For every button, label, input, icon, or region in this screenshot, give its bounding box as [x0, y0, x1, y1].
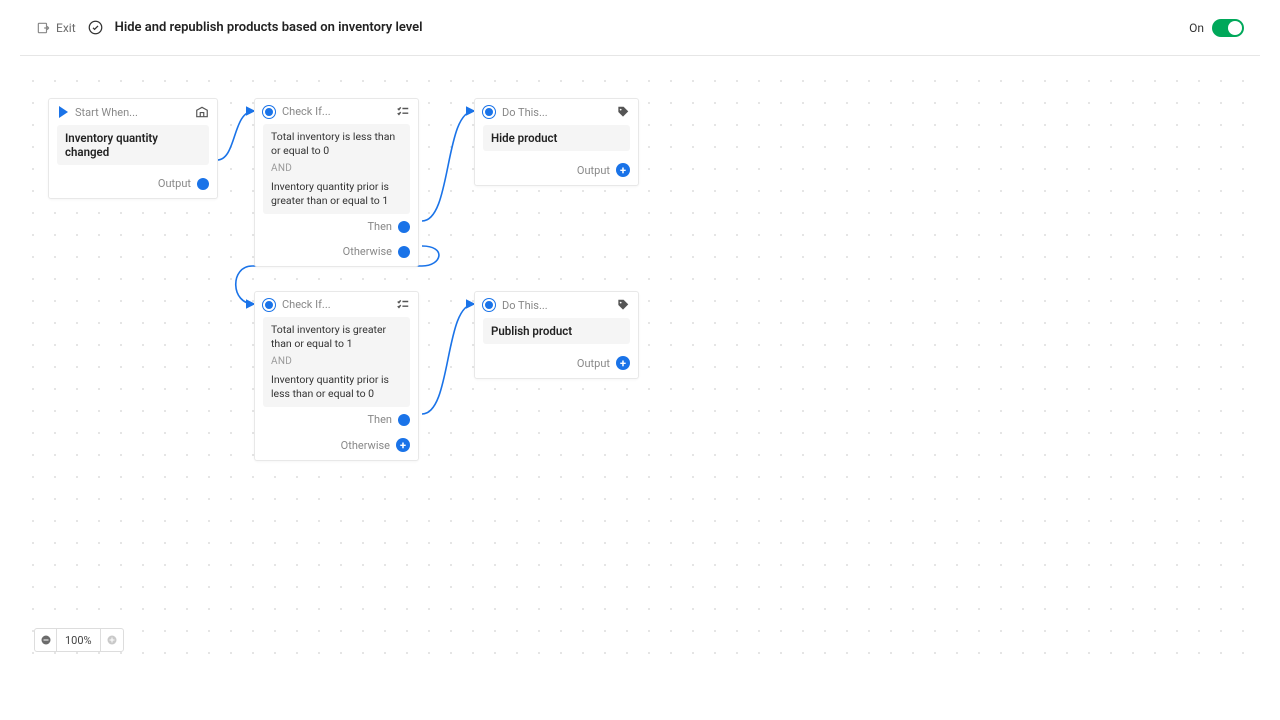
- header-left: Exit Hide and republish products based o…: [36, 20, 423, 35]
- input-port[interactable]: [263, 299, 275, 311]
- condition-text: Total inventory is less than or equal to…: [271, 130, 402, 158]
- tag-icon: [616, 298, 630, 312]
- tag-icon: [616, 105, 630, 119]
- checklist-icon: [396, 299, 410, 311]
- header-divider: [20, 55, 1260, 56]
- action-title: Hide product: [483, 125, 630, 151]
- add-output-button[interactable]: +: [616, 356, 630, 370]
- card-type-label: Do This...: [502, 106, 548, 119]
- check-card-2[interactable]: Check If... Total inventory is greater t…: [254, 291, 419, 461]
- inventory-icon: [195, 105, 209, 119]
- zoom-controls: 100%: [34, 628, 124, 652]
- otherwise-footer: Otherwise: [255, 241, 418, 266]
- action-card-1[interactable]: Do This... Hide product Output +: [474, 98, 639, 186]
- add-otherwise-button[interactable]: +: [396, 438, 410, 452]
- card-header: Do This...: [475, 292, 638, 318]
- add-output-button[interactable]: +: [616, 163, 630, 177]
- card-header: Check If...: [255, 99, 418, 124]
- input-port[interactable]: [483, 106, 495, 118]
- output-label: Output: [158, 177, 191, 190]
- workflow-title: Hide and republish products based on inv…: [115, 20, 423, 35]
- card-header: Check If...: [255, 292, 418, 317]
- header-right: On: [1189, 19, 1244, 37]
- card-header: Start When...: [49, 99, 217, 125]
- card-footer: Output +: [475, 159, 638, 185]
- action-title: Publish product: [483, 318, 630, 344]
- then-port[interactable]: [398, 414, 410, 426]
- otherwise-label: Otherwise: [341, 439, 390, 452]
- otherwise-footer: Otherwise +: [255, 434, 418, 460]
- card-type-label: Check If...: [282, 298, 331, 311]
- card-type-label: Do This...: [502, 299, 548, 312]
- and-label: AND: [271, 355, 402, 369]
- then-label: Then: [367, 413, 392, 426]
- trigger-card[interactable]: Start When... Inventory quantity changed…: [48, 98, 218, 199]
- workflow-canvas[interactable]: Start When... Inventory quantity changed…: [22, 70, 1258, 670]
- action-card-2[interactable]: Do This... Publish product Output +: [474, 291, 639, 379]
- otherwise-port[interactable]: [398, 246, 410, 258]
- then-footer: Then: [255, 216, 418, 241]
- otherwise-label: Otherwise: [343, 245, 392, 258]
- condition-text: Inventory quantity prior is greater than…: [271, 180, 402, 208]
- trigger-title: Inventory quantity changed: [57, 125, 209, 165]
- checklist-icon: [396, 106, 410, 118]
- then-port[interactable]: [398, 221, 410, 233]
- and-label: AND: [271, 162, 402, 176]
- then-footer: Then: [255, 409, 418, 434]
- condition-text: Inventory quantity prior is less than or…: [271, 373, 402, 401]
- play-icon: [59, 106, 68, 118]
- card-type-label: Check If...: [282, 105, 331, 118]
- then-label: Then: [367, 220, 392, 233]
- condition-text: Total inventory is greater than or equal…: [271, 323, 402, 351]
- card-type-label: Start When...: [75, 106, 138, 119]
- card-footer: Output +: [475, 352, 638, 378]
- input-port[interactable]: [483, 299, 495, 311]
- zoom-out-button[interactable]: [35, 629, 57, 651]
- condition-box: Total inventory is less than or equal to…: [263, 124, 410, 214]
- exit-button[interactable]: Exit: [36, 21, 76, 35]
- condition-box: Total inventory is greater than or equal…: [263, 317, 410, 407]
- input-port[interactable]: [263, 106, 275, 118]
- workflow-toggle[interactable]: [1212, 19, 1244, 37]
- output-port[interactable]: [197, 178, 209, 190]
- exit-label: Exit: [56, 21, 76, 35]
- check-card-1[interactable]: Check If... Total inventory is less than…: [254, 98, 419, 267]
- card-header: Do This...: [475, 99, 638, 125]
- output-label: Output: [577, 164, 610, 177]
- status-check-icon: [88, 20, 103, 35]
- header: Exit Hide and republish products based o…: [0, 0, 1280, 55]
- toggle-label: On: [1189, 21, 1204, 35]
- card-footer: Output: [49, 173, 217, 198]
- zoom-in-button[interactable]: [101, 629, 123, 651]
- output-label: Output: [577, 357, 610, 370]
- exit-icon: [36, 21, 50, 35]
- zoom-level: 100%: [57, 629, 101, 651]
